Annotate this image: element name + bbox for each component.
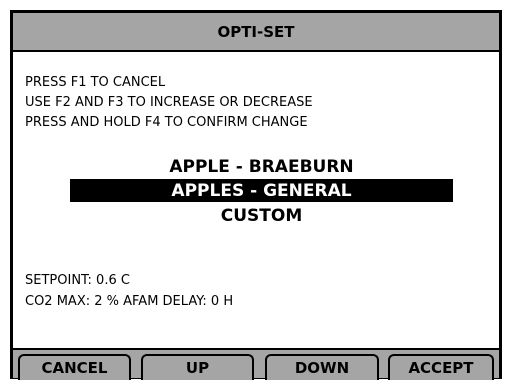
display-bezel: OPTI-SET PRESS F1 TO CANCEL USE F2 AND F… [0,0,512,387]
instruction-confirm: PRESS AND HOLD F4 TO CONFIRM CHANGE [25,115,308,130]
co2-afam-readout: CO2 MAX: 2 % AFAM DELAY: 0 H [25,294,234,309]
setpoint-readout: SETPOINT: 0.6 C [25,273,130,288]
option-apple-braeburn[interactable]: APPLE - BRAEBURN [70,155,453,178]
instruction-adjust: USE F2 AND F3 TO INCREASE OR DECREASE [25,95,313,110]
option-custom[interactable]: CUSTOM [70,204,453,227]
option-apples-general[interactable]: APPLES - GENERAL [70,179,453,202]
display-screen: OPTI-SET PRESS F1 TO CANCEL USE F2 AND F… [13,13,499,380]
accept-button[interactable]: ACCEPT [388,354,494,380]
cancel-button[interactable]: CANCEL [18,354,131,380]
screen-title: OPTI-SET [13,13,499,52]
up-button[interactable]: UP [141,354,254,380]
down-button[interactable]: DOWN [265,354,379,380]
instruction-cancel: PRESS F1 TO CANCEL [25,75,166,90]
softkey-bar: CANCEL UP DOWN ACCEPT [13,348,499,380]
